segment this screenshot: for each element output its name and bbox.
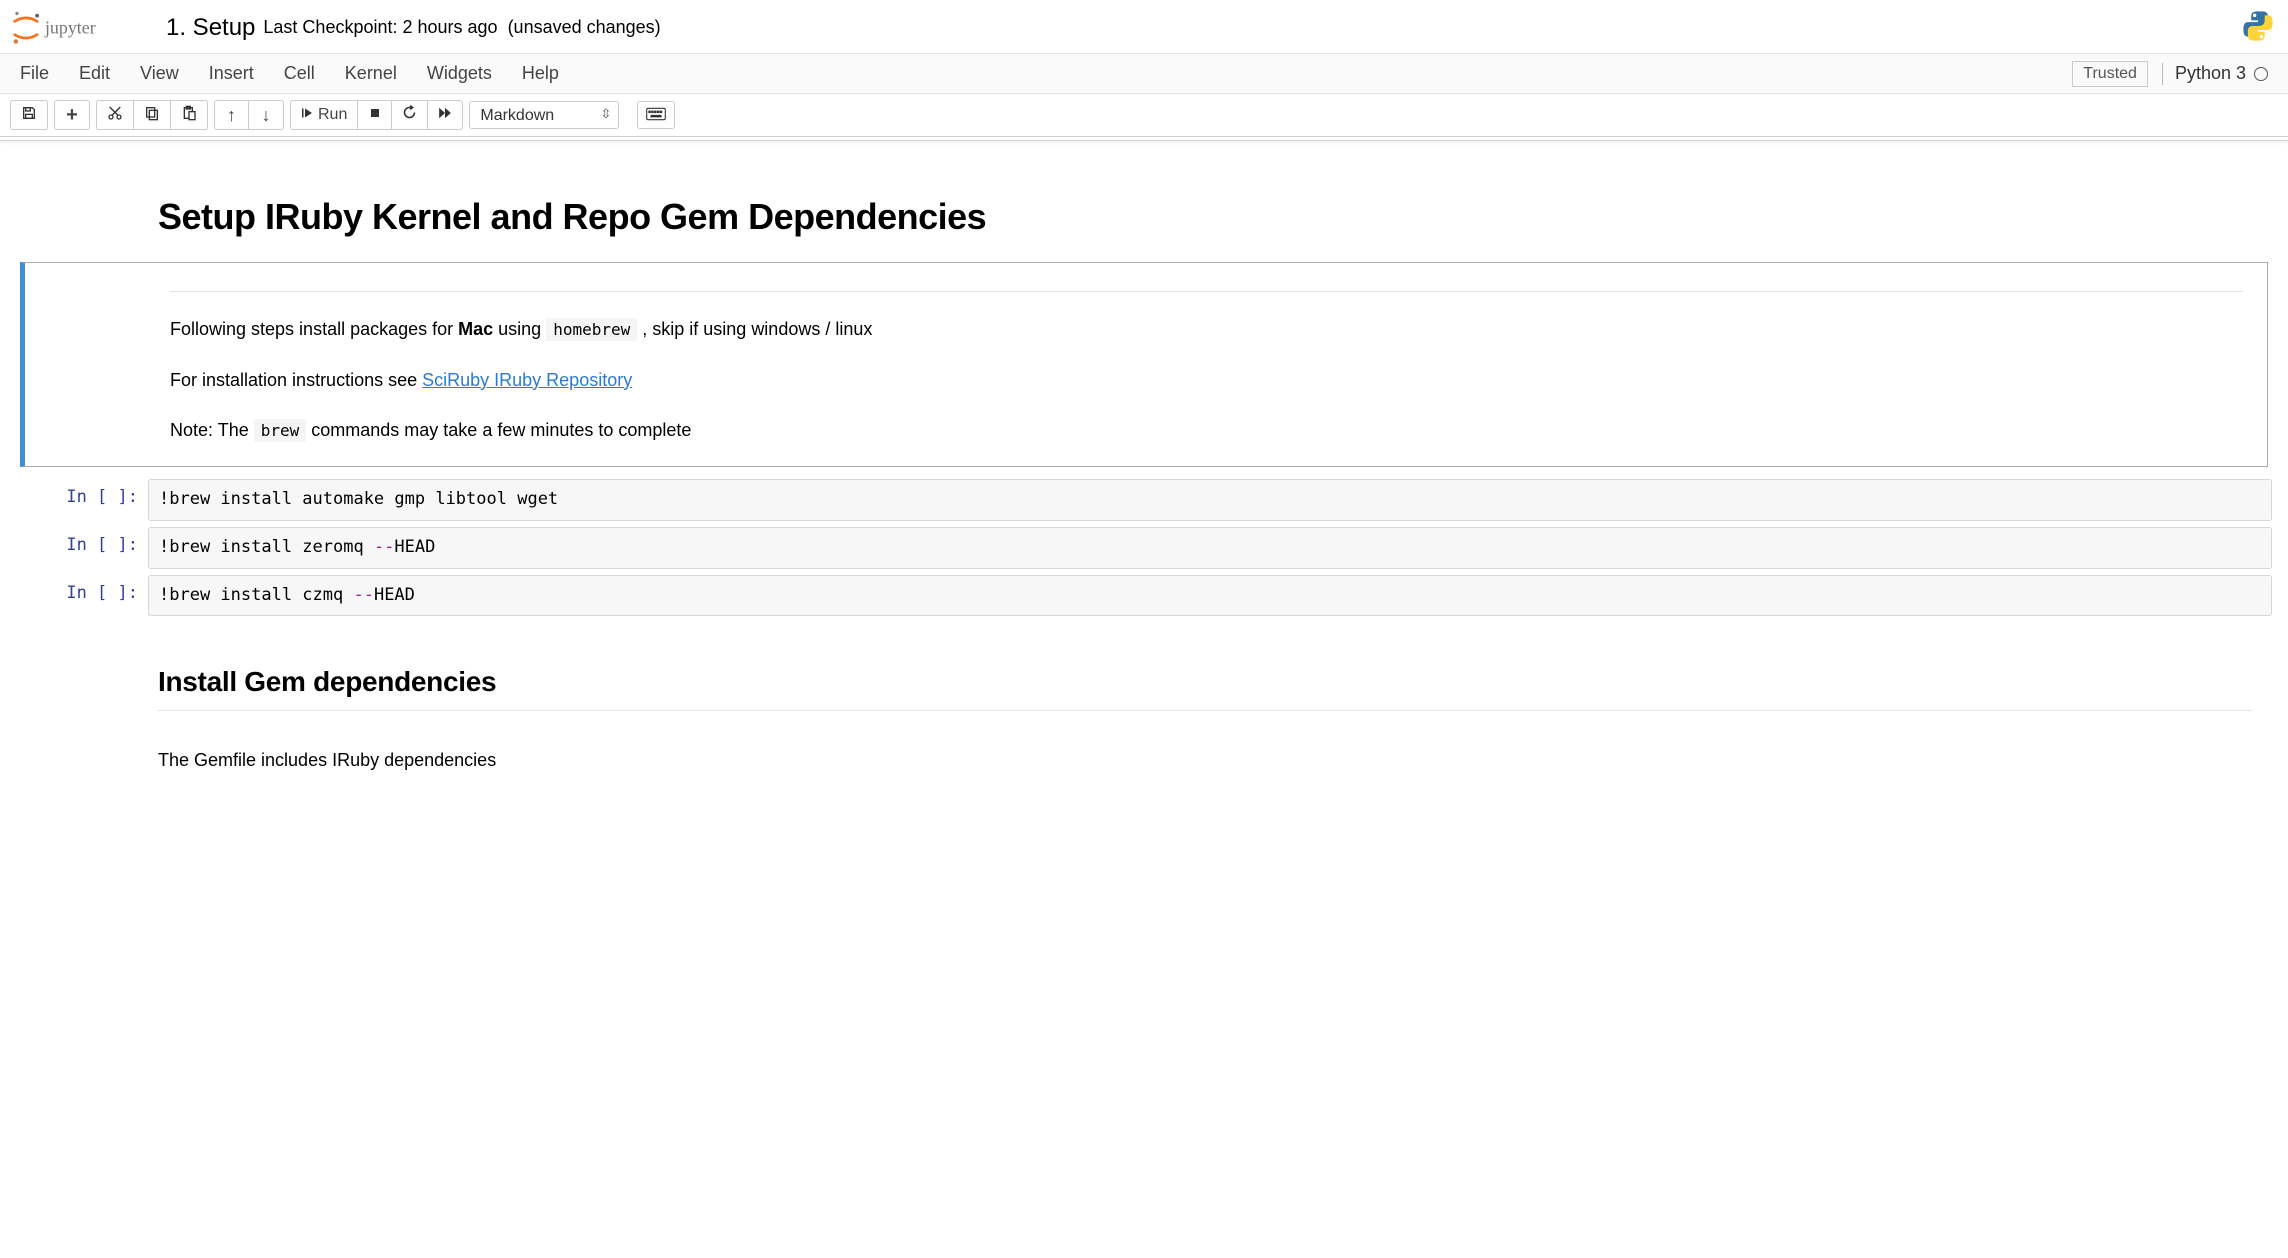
text: For installation instructions see xyxy=(170,370,422,390)
inline-code: homebrew xyxy=(546,318,637,341)
paragraph: For installation instructions see SciRub… xyxy=(170,365,2243,396)
code-cell[interactable]: In [ ]: !brew install automake gmp libto… xyxy=(8,479,2272,521)
code-text: !brew install czmq --HEAD xyxy=(159,585,415,605)
menu-insert[interactable]: Insert xyxy=(209,63,254,84)
copy-button[interactable] xyxy=(134,101,171,129)
svg-text:jupyter: jupyter xyxy=(44,17,96,37)
code-cell[interactable]: In [ ]: !brew install zeromq --HEAD xyxy=(8,527,2272,569)
command-palette-button[interactable] xyxy=(637,101,675,129)
paragraph: The Gemfile includes IRuby dependencies xyxy=(158,745,2252,776)
restart-button[interactable] xyxy=(392,101,428,129)
input-prompt: In [ ]: xyxy=(8,479,148,521)
jupyter-logo[interactable]: jupyter xyxy=(8,10,148,46)
copy-icon xyxy=(144,105,160,126)
arrow-down-icon: ↓ xyxy=(262,105,271,126)
horizontal-rule xyxy=(158,710,2252,711)
text: Following steps install packages for xyxy=(170,319,458,339)
scissors-icon xyxy=(107,105,123,126)
move-down-button[interactable]: ↓ xyxy=(249,101,283,129)
horizontal-rule xyxy=(170,291,2243,292)
menu-help[interactable]: Help xyxy=(522,63,559,84)
menu-cell[interactable]: Cell xyxy=(284,63,315,84)
inline-code: brew xyxy=(254,419,307,442)
paste-button[interactable] xyxy=(171,101,207,129)
code-input[interactable]: !brew install zeromq --HEAD xyxy=(148,527,2272,569)
run-icon xyxy=(301,106,313,124)
code-cell[interactable]: In [ ]: !brew install czmq --HEAD xyxy=(8,575,2272,617)
separator xyxy=(2162,63,2163,85)
paragraph: Note: The brew commands may take a few m… xyxy=(170,415,2243,446)
trusted-button[interactable]: Trusted xyxy=(2072,61,2148,87)
restart-icon xyxy=(402,105,417,125)
paste-icon xyxy=(181,105,197,126)
notebook-name[interactable]: 1. Setup xyxy=(166,14,255,42)
bold-text: Mac xyxy=(458,319,493,339)
kernel-name[interactable]: Python 3 xyxy=(2175,63,2246,84)
cut-button[interactable] xyxy=(97,101,134,129)
menu-view[interactable]: View xyxy=(140,63,179,84)
heading-1: Setup IRuby Kernel and Repo Gem Dependen… xyxy=(158,195,2252,238)
code-input[interactable]: !brew install automake gmp libtool wget xyxy=(148,479,2272,521)
input-prompt: In [ ]: xyxy=(8,527,148,569)
run-label: Run xyxy=(318,106,347,124)
notebook-container[interactable]: Setup IRuby Kernel and Repo Gem Dependen… xyxy=(0,141,2288,826)
menu-file[interactable]: File xyxy=(20,63,49,84)
menu-kernel[interactable]: Kernel xyxy=(345,63,397,84)
arrow-up-icon: ↑ xyxy=(227,105,236,126)
menu-bar: File Edit View Insert Cell Kernel Widget… xyxy=(0,54,2288,94)
python-logo-icon xyxy=(2240,8,2276,47)
toolbar: + ↑ ↓ Run Markdo xyxy=(0,94,2288,137)
markdown-cell[interactable]: Install Gem dependencies The Gemfile inc… xyxy=(8,622,2280,802)
menu-widgets[interactable]: Widgets xyxy=(427,63,492,84)
markdown-cell[interactable]: Setup IRuby Kernel and Repo Gem Dependen… xyxy=(8,165,2280,262)
insert-cell-button[interactable]: + xyxy=(55,101,89,129)
code-input[interactable]: !brew install czmq --HEAD xyxy=(148,575,2272,617)
restart-run-all-button[interactable] xyxy=(428,101,462,129)
kernel-idle-indicator-icon xyxy=(2254,67,2268,81)
save-button[interactable] xyxy=(11,101,47,129)
input-prompt: In [ ]: xyxy=(8,575,148,617)
markdown-cell-selected[interactable]: Following steps install packages for Mac… xyxy=(20,262,2268,467)
heading-2: Install Gem dependencies xyxy=(158,666,2252,698)
sciruby-link[interactable]: SciRuby IRuby Repository xyxy=(422,370,632,390)
code-text: !brew install zeromq --HEAD xyxy=(159,537,435,557)
text: Note: The xyxy=(170,420,254,440)
notebook-header: jupyter 1. Setup Last Checkpoint: 2 hour… xyxy=(0,0,2288,54)
save-icon xyxy=(21,105,37,126)
stop-button[interactable] xyxy=(358,101,392,129)
cell-type-select[interactable]: Markdown xyxy=(469,101,619,129)
paragraph: Following steps install packages for Mac… xyxy=(170,314,2243,345)
text: using xyxy=(493,319,546,339)
checkpoint-label: Last Checkpoint: 2 hours ago xyxy=(263,17,497,38)
move-up-button[interactable]: ↑ xyxy=(215,101,249,129)
text: , skip if using windows / linux xyxy=(637,319,872,339)
text: commands may take a few minutes to compl… xyxy=(306,420,691,440)
menu-edit[interactable]: Edit xyxy=(79,63,110,84)
keyboard-icon xyxy=(646,107,666,124)
run-button[interactable]: Run xyxy=(291,101,358,129)
plus-icon: + xyxy=(66,104,78,127)
unsaved-label: (unsaved changes) xyxy=(508,17,661,38)
stop-icon xyxy=(369,106,381,124)
fast-forward-icon xyxy=(438,106,452,125)
code-text: !brew install automake gmp libtool wget xyxy=(159,489,558,509)
